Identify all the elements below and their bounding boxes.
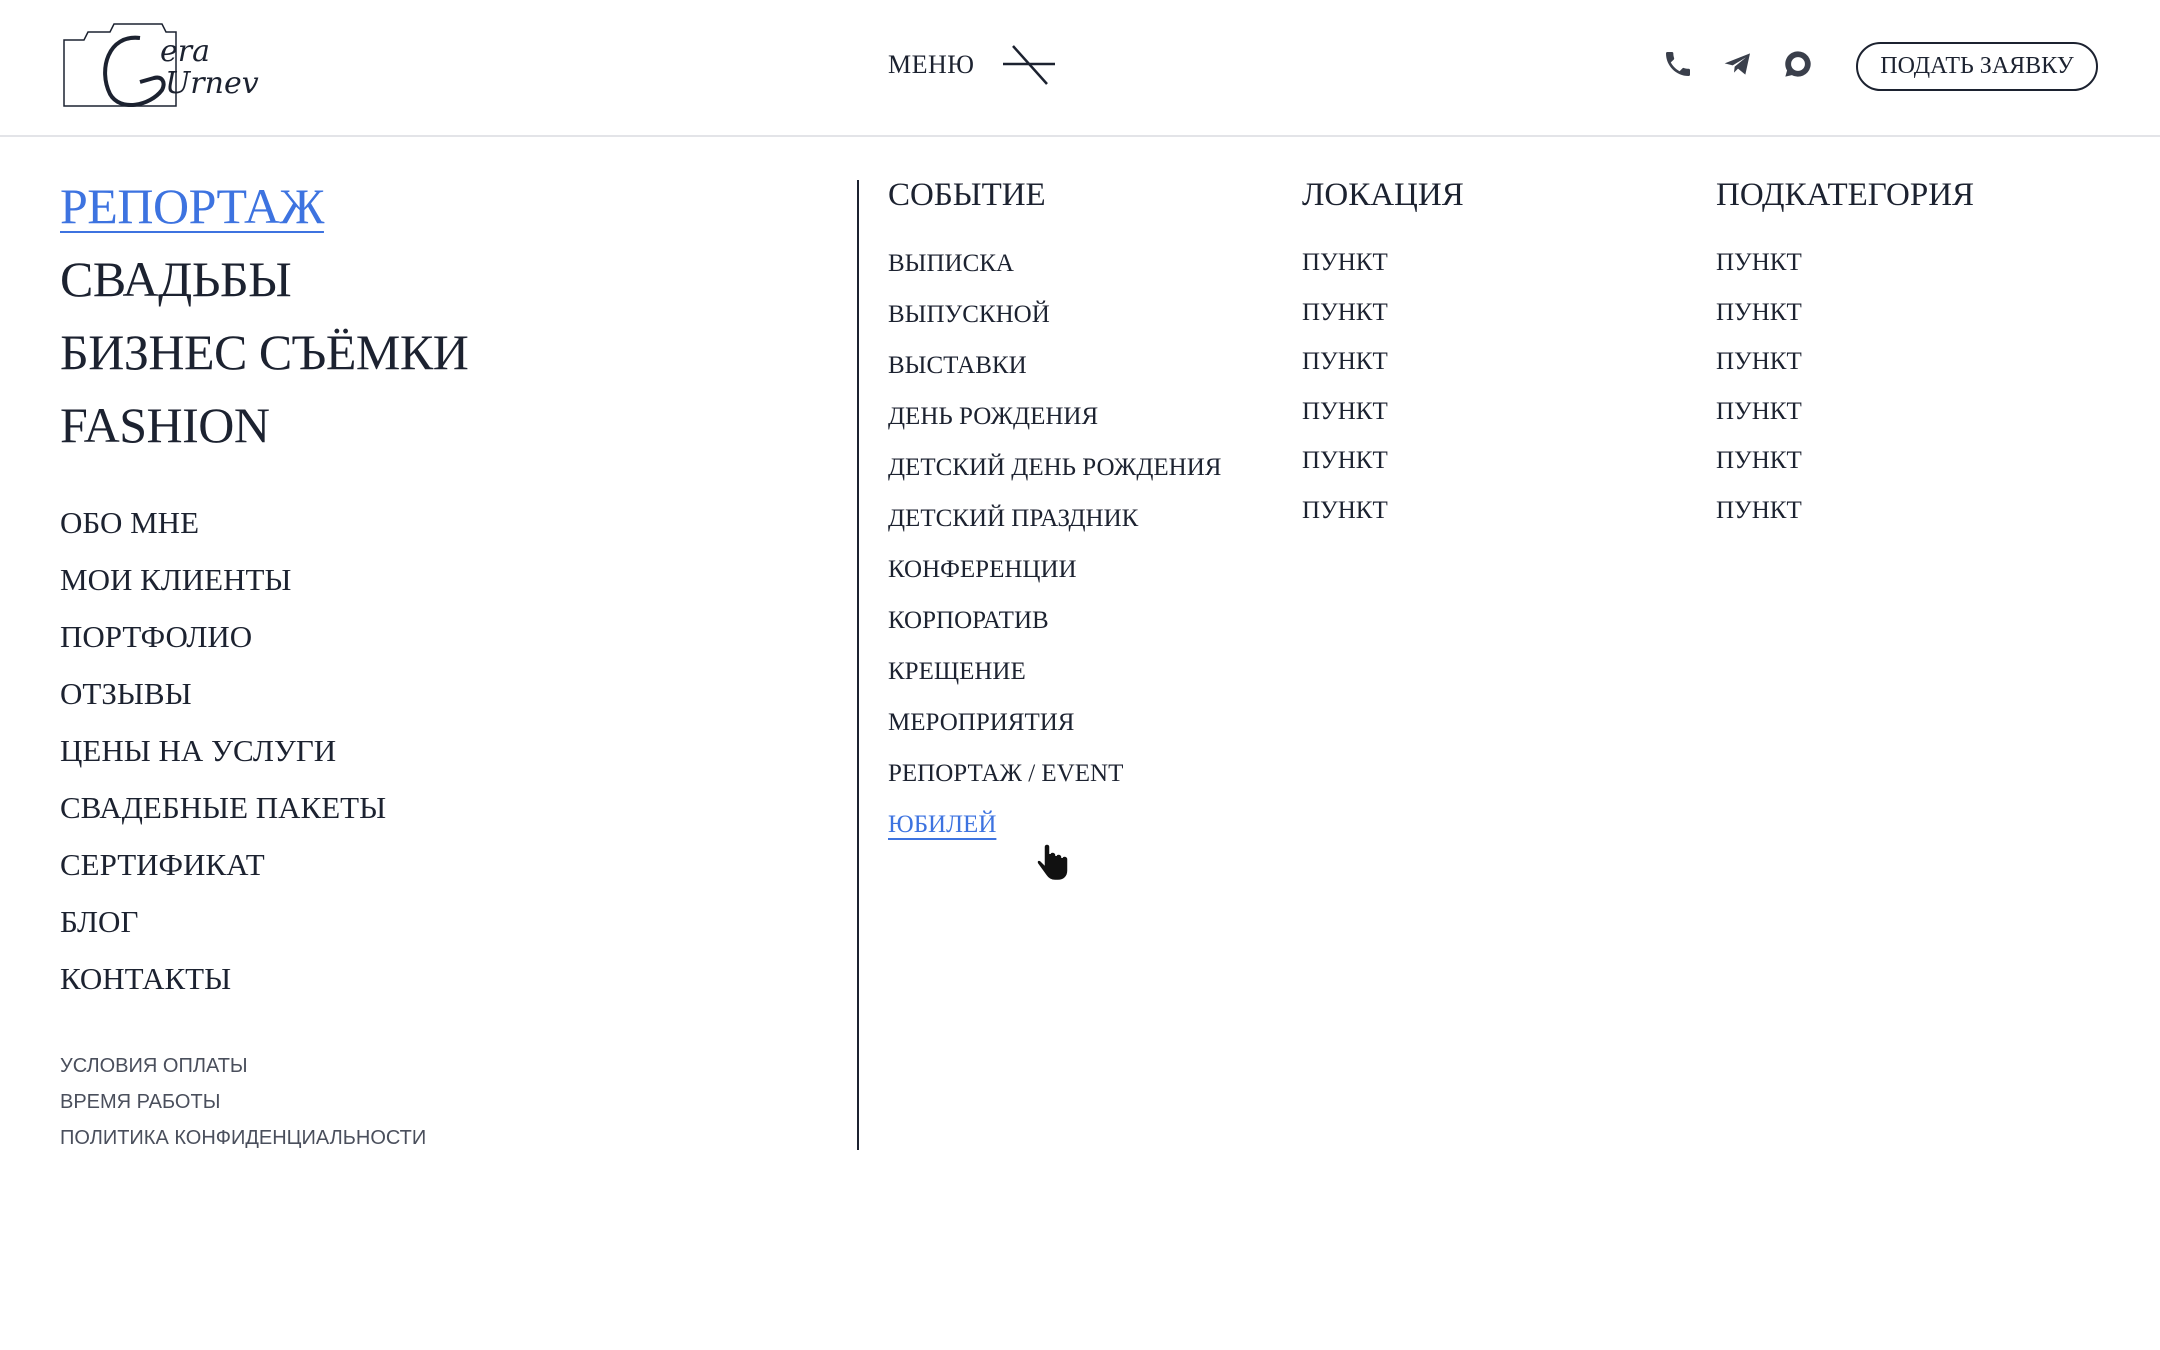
location-column-title: ЛОКАЦИЯ (1302, 177, 1464, 213)
vertical-divider (857, 180, 859, 1150)
nav-link-contacts[interactable]: КОНТАКТЫ (60, 950, 386, 1007)
event-item[interactable]: ВЫСТАВКИ (888, 340, 1221, 391)
events-column-title: СОБЫТИЕ (888, 177, 1046, 213)
close-icon[interactable] (1001, 42, 1057, 88)
event-item[interactable]: КОНФЕРЕНЦИИ (888, 544, 1221, 595)
nav-link-about[interactable]: ОБО МНЕ (60, 494, 386, 551)
nav-link-wedding-packages[interactable]: СВАДЕБНЫЕ ПАКЕТЫ (60, 779, 386, 836)
subcategory-item[interactable]: ПУНКТ (1716, 436, 1974, 486)
footer-links: УСЛОВИЯ ОПЛАТЫ ВРЕМЯ РАБОТЫ ПОЛИТИКА КОН… (60, 1048, 426, 1156)
event-item[interactable]: РЕПОРТАЖ / EVENT (888, 748, 1221, 799)
nav-link-prices[interactable]: ЦЕНЫ НА УСЛУГИ (60, 722, 386, 779)
event-item[interactable]: ДЕТСКИЙ ДЕНЬ РОЖДЕНИЯ (888, 442, 1221, 493)
footer-link-payment-terms[interactable]: УСЛОВИЯ ОПЛАТЫ (60, 1048, 426, 1084)
subcategory-column: ПОДКАТЕГОРИЯ ПУНКТ ПУНКТ ПУНКТ ПУНКТ ПУН… (1716, 174, 1974, 536)
logo-text-line1: era (160, 34, 210, 69)
location-item[interactable]: ПУНКТ (1302, 387, 1464, 437)
event-item[interactable]: ВЫПИСКА (888, 238, 1221, 289)
contact-icons (1662, 48, 1814, 80)
chat-icon[interactable] (1782, 48, 1814, 80)
event-item[interactable]: КОРПОРАТИВ (888, 595, 1221, 646)
nav-link-certificate[interactable]: СЕРТИФИКАТ (60, 836, 386, 893)
main-category-weddings[interactable]: СВАДЬБЫ (60, 243, 468, 316)
event-item[interactable]: ВЫПУСКНОЙ (888, 289, 1221, 340)
event-item[interactable]: ДЕТСКИЙ ПРАЗДНИК (888, 493, 1221, 544)
location-item[interactable]: ПУНКТ (1302, 486, 1464, 536)
location-item[interactable]: ПУНКТ (1302, 238, 1464, 288)
location-item[interactable]: ПУНКТ (1302, 436, 1464, 486)
event-item[interactable]: КРЕЩЕНИЕ (888, 646, 1221, 697)
main-category-business[interactable]: БИЗНЕС СЪЁМКИ (60, 316, 469, 389)
main-category-fashion[interactable]: FASHION (60, 389, 468, 462)
main-categories: РЕПОРТАЖ СВАДЬБЫ БИЗНЕС СЪЁМКИ FASHION (60, 170, 469, 462)
menu-label: МЕНЮ (888, 50, 975, 79)
subcategory-item[interactable]: ПУНКТ (1716, 387, 1974, 437)
location-item[interactable]: ПУНКТ (1302, 288, 1464, 338)
secondary-links: ОБО МНЕ МОИ КЛИЕНТЫ ПОРТФОЛИО ОТЗЫВЫ ЦЕН… (60, 494, 386, 1007)
main-category-reportage[interactable]: РЕПОРТАЖ (60, 170, 468, 243)
phone-icon[interactable] (1662, 48, 1694, 80)
subcategory-column-title: ПОДКАТЕГОРИЯ (1716, 177, 1975, 213)
telegram-icon[interactable] (1722, 48, 1754, 80)
hand-pointer-icon (1036, 843, 1069, 882)
subcategory-item[interactable]: ПУНКТ (1716, 337, 1974, 387)
subcategory-item[interactable]: ПУНКТ (1716, 288, 1974, 338)
nav-link-reviews[interactable]: ОТЗЫВЫ (60, 665, 386, 722)
events-column: СОБЫТИЕ ВЫПИСКА ВЫПУСКНОЙ ВЫСТАВКИ ДЕНЬ … (888, 174, 1221, 850)
subcategory-item[interactable]: ПУНКТ (1716, 238, 1974, 288)
logo-text-line2: Urnev (165, 66, 259, 101)
subcategory-item[interactable]: ПУНКТ (1716, 486, 1974, 536)
nav-link-blog[interactable]: БЛОГ (60, 893, 386, 950)
event-item[interactable]: ДЕНЬ РОЖДЕНИЯ (888, 391, 1221, 442)
site-header: era Urnev МЕНЮ ПОДАТЬ ЗАЯВКУ (0, 0, 2160, 137)
nav-link-clients[interactable]: МОИ КЛИЕНТЫ (60, 551, 386, 608)
footer-link-privacy-policy[interactable]: ПОЛИТИКА КОНФИДЕНЦИАЛЬНОСТИ (60, 1120, 426, 1156)
nav-link-portfolio[interactable]: ПОРТФОЛИО (60, 608, 386, 665)
location-column: ЛОКАЦИЯ ПУНКТ ПУНКТ ПУНКТ ПУНКТ ПУНКТ ПУ… (1302, 174, 1464, 536)
submit-request-button[interactable]: ПОДАТЬ ЗАЯВКУ (1856, 42, 2098, 91)
footer-link-working-hours[interactable]: ВРЕМЯ РАБОТЫ (60, 1084, 426, 1120)
location-item[interactable]: ПУНКТ (1302, 337, 1464, 387)
event-item[interactable]: МЕРОПРИЯТИЯ (888, 697, 1221, 748)
menu-toggle[interactable]: МЕНЮ (888, 42, 1057, 88)
